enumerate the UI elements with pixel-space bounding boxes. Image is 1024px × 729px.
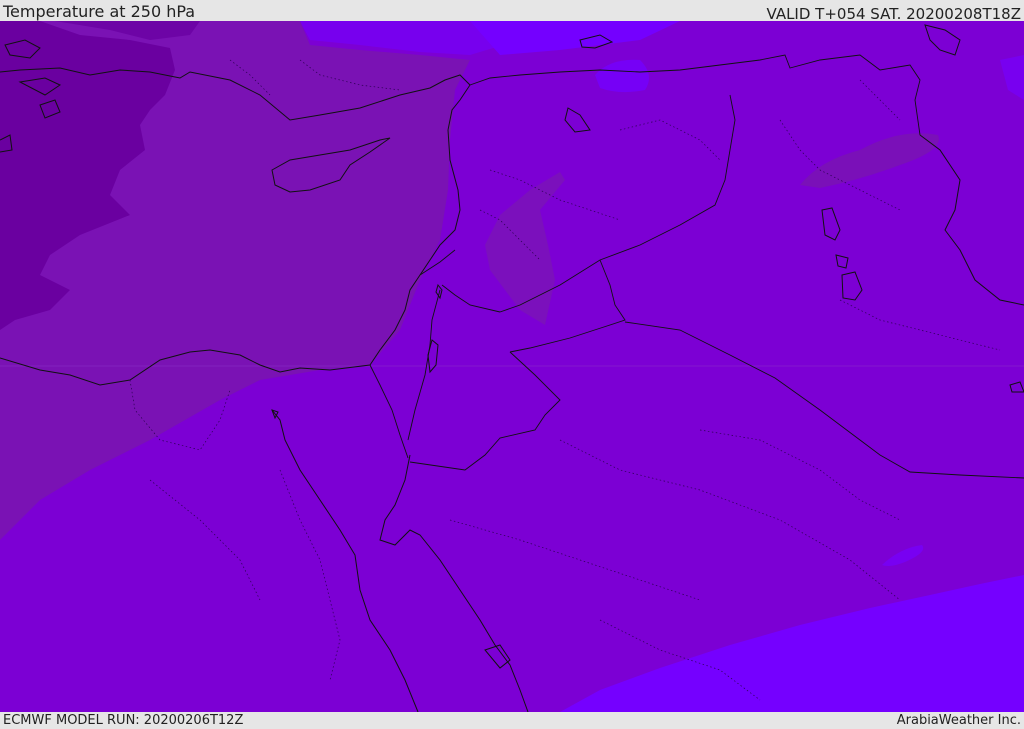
- footer-bar: ECMWF MODEL RUN: 20200206T12Z ArabiaWeat…: [0, 712, 1024, 729]
- map-canvas: [0, 21, 1024, 712]
- temperature-map[interactable]: [0, 21, 1024, 712]
- credit: ArabiaWeather Inc.: [896, 713, 1021, 728]
- model-run: ECMWF MODEL RUN: 20200206T12Z: [3, 713, 244, 728]
- map-title: Temperature at 250 hPa: [3, 2, 196, 21]
- header-bar: Temperature at 250 hPa VALID T+054 SAT. …: [0, 0, 1024, 23]
